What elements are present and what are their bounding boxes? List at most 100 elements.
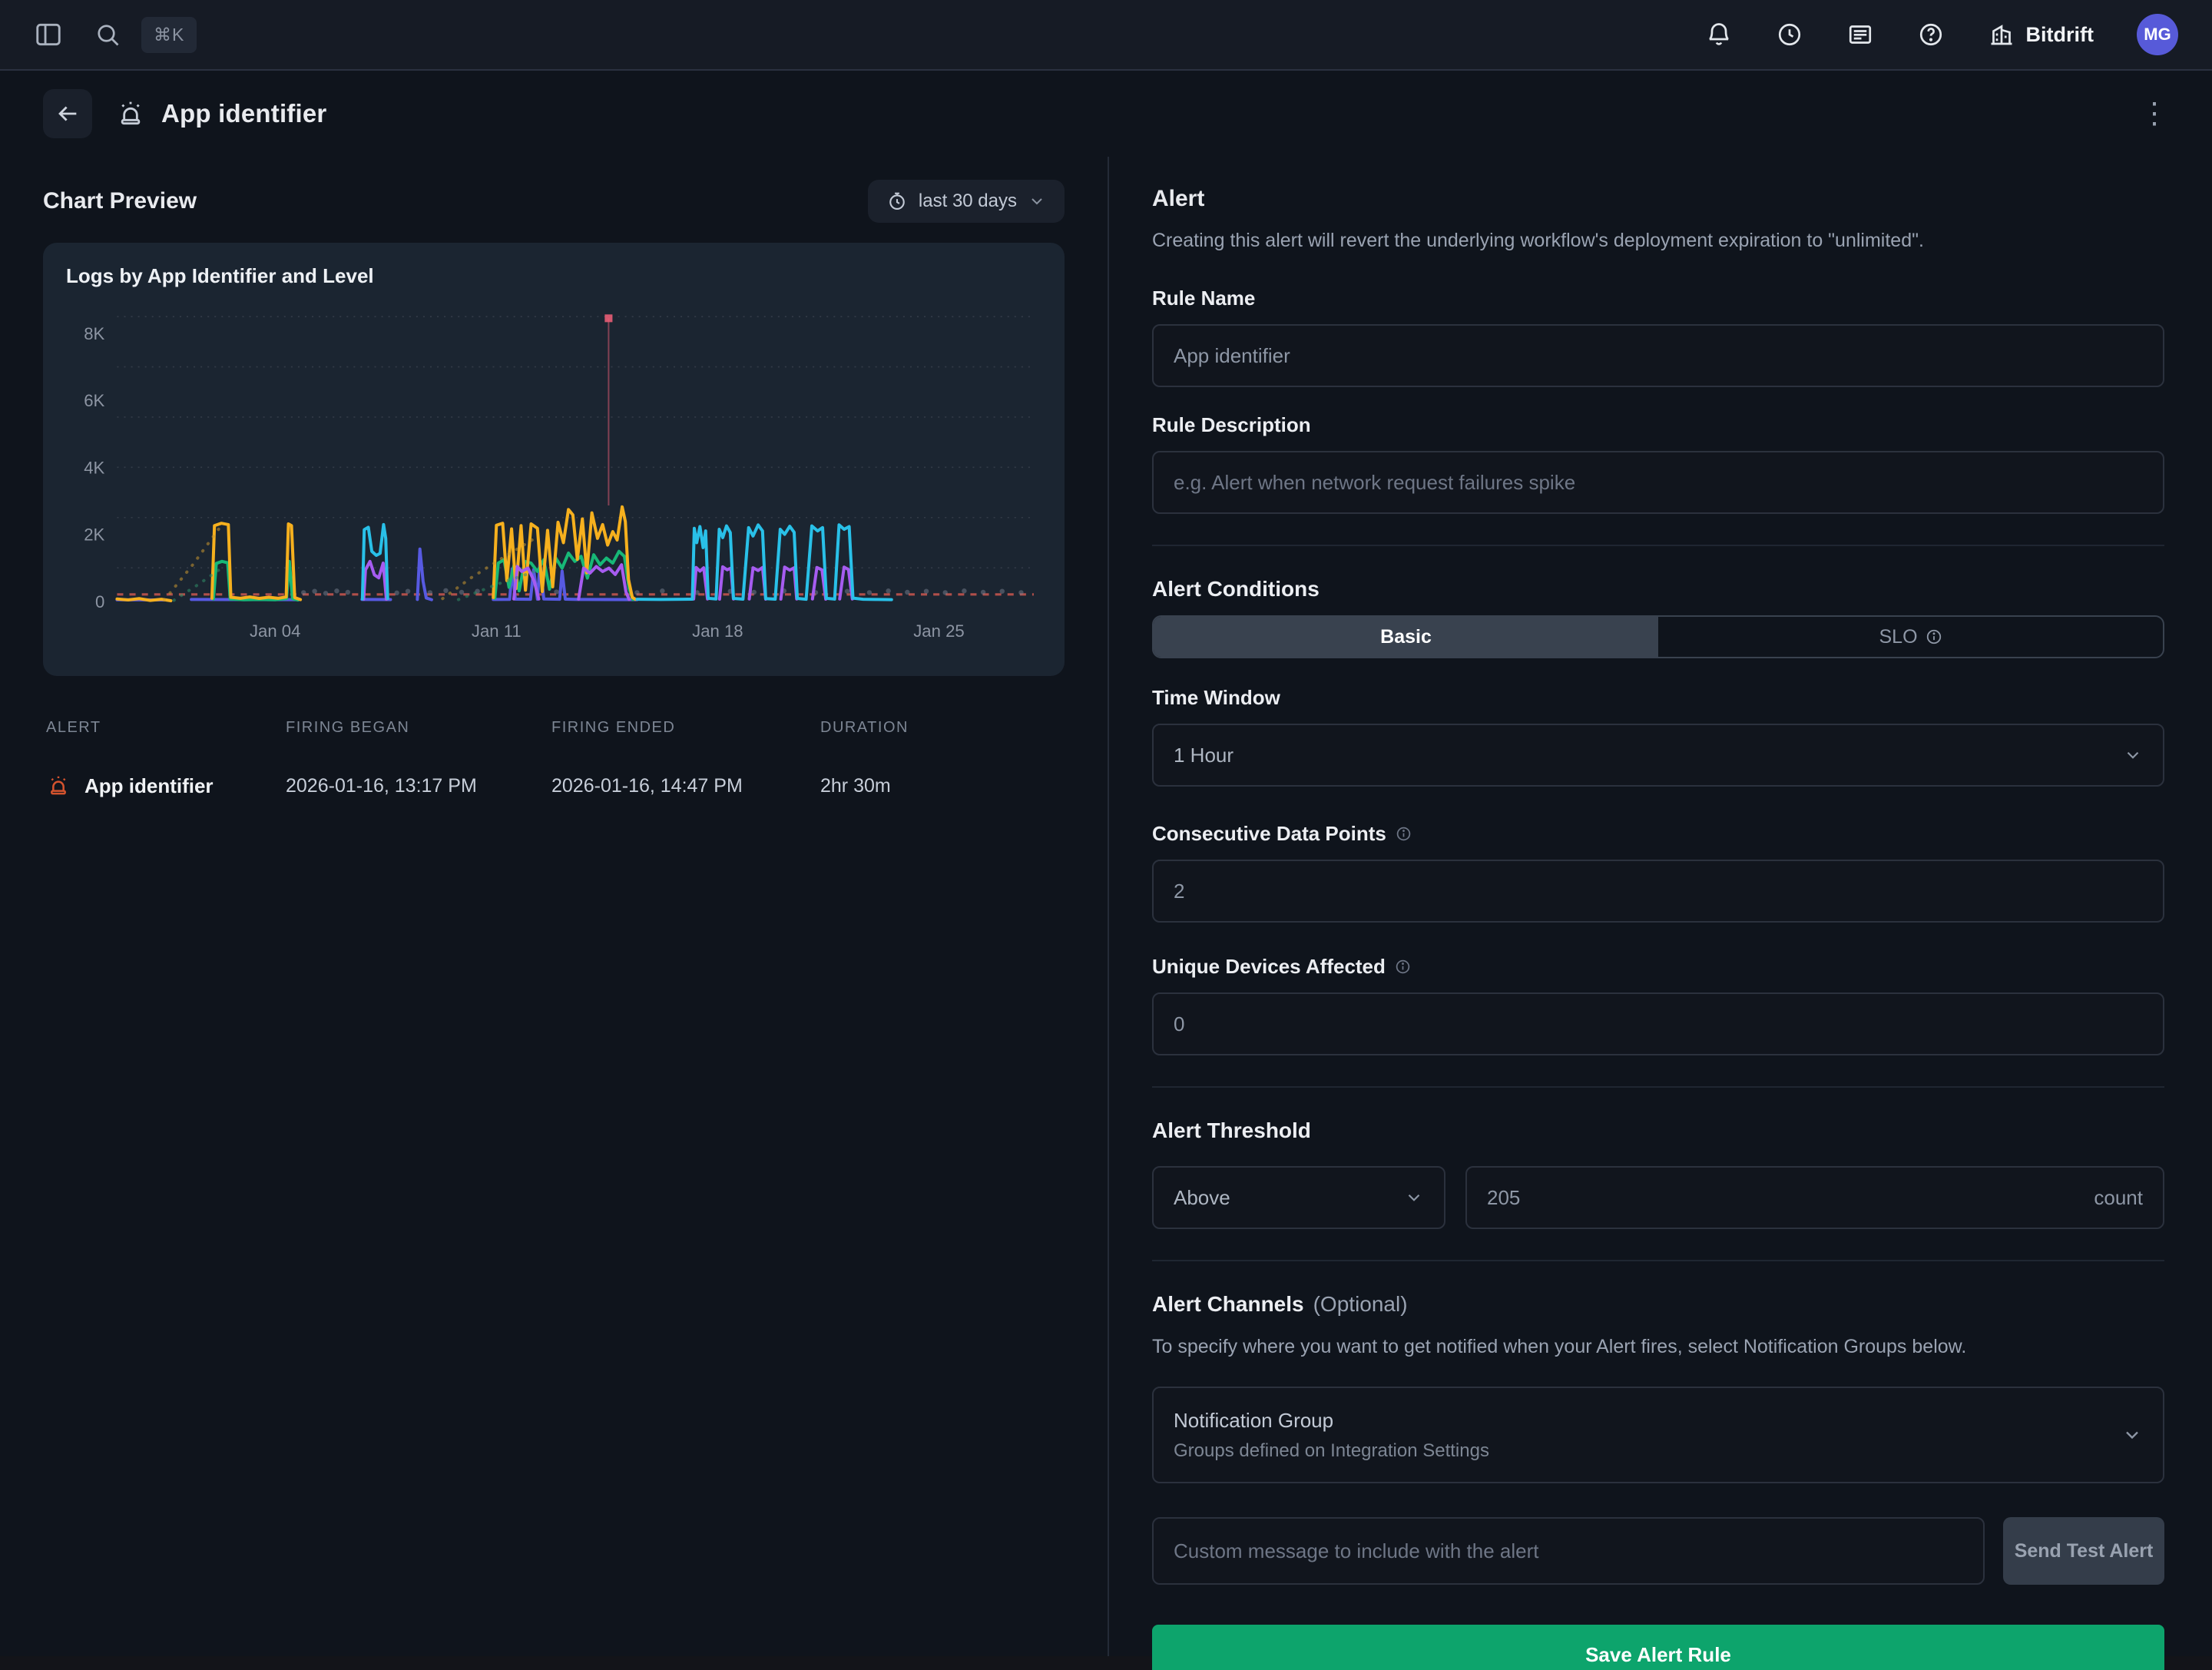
section-divider [1152,1086,2164,1088]
col-header-firing-ended: FIRING ENDED [551,719,820,737]
alert-channels-label: Alert Channels (Optional) [1152,1292,2164,1317]
time-window-value: 1 Hour [1174,744,1233,767]
info-icon [1926,628,1942,645]
notification-group-subtitle: Groups defined on Integration Settings [1174,1440,1489,1462]
col-header-firing-began: FIRING BEGAN [286,719,551,737]
table-row[interactable]: App identifier 2026-01-16, 13:17 PM 2026… [43,774,1065,798]
section-divider [1152,1260,2164,1261]
page-title: App identifier [161,99,326,128]
sidebar-panel-icon [34,20,63,49]
table-header-row: ALERT FIRING BEGAN FIRING ENDED DURATION [43,719,1065,737]
search-button[interactable] [94,21,121,48]
alert-firings-table: ALERT FIRING BEGAN FIRING ENDED DURATION… [43,719,1065,798]
news-card-icon [1846,21,1874,48]
svg-text:Jan 25: Jan 25 [913,621,964,641]
alert-threshold-label: Alert Threshold [1152,1118,2164,1143]
alert-conditions-label: Alert Conditions [1152,577,2164,601]
threshold-value-input[interactable] [1487,1186,2094,1210]
logs-line-chart[interactable]: 8K6K4K2K0Jan 04Jan 11Jan 18Jan 25 [66,293,1041,646]
conditions-segmented-control: Basic SLO [1152,615,2164,658]
duration-value: 2hr 30m [820,775,1061,797]
changelog-button[interactable] [1846,21,1874,48]
time-range-dropdown[interactable]: last 30 days [868,180,1065,223]
svg-text:Jan 04: Jan 04 [250,621,300,641]
consecutive-points-label: Consecutive Data Points [1152,822,2164,846]
topbar: ⌘K Bitdrift MG [0,0,2212,71]
time-range-label: last 30 days [919,191,1017,212]
tab-slo[interactable]: SLO [1658,617,2163,657]
unique-devices-input[interactable] [1152,992,2164,1055]
alert-name: App identifier [84,774,214,798]
threshold-unit-label: count [2094,1186,2143,1210]
bell-icon [1705,21,1733,48]
info-icon [1396,826,1412,842]
rule-name-input[interactable] [1152,324,2164,387]
time-window-label: Time Window [1152,686,2164,710]
info-icon [1395,959,1411,975]
search-icon [94,21,121,48]
brand-name: Bitdrift [2026,23,2094,47]
unique-devices-label: Unique Devices Affected [1152,955,2164,979]
sidebar-toggle-button[interactable] [34,20,63,49]
optional-tag: (Optional) [1313,1292,1408,1317]
firing-ended-value: 2026-01-16, 14:47 PM [551,775,820,797]
search-shortcut-badge: ⌘K [141,17,197,53]
svg-text:4K: 4K [84,458,104,477]
firing-began-value: 2026-01-16, 13:17 PM [286,775,551,797]
alert-siren-icon [115,98,146,129]
send-test-alert-button[interactable]: Send Test Alert [2003,1517,2164,1585]
clock-icon [1776,21,1803,48]
channels-description: To specify where you want to get notifie… [1152,1334,2164,1360]
chart-card: Logs by App Identifier and Level 8K6K4K2… [43,243,1065,676]
recent-activity-button[interactable] [1776,21,1803,48]
threshold-operator-select[interactable]: Above [1152,1166,1445,1229]
notifications-button[interactable] [1705,21,1733,48]
more-options-button[interactable]: ⋮ [2140,99,2169,128]
form-description: Creating this alert will revert the unde… [1152,227,2164,254]
form-heading: Alert [1152,186,2164,212]
notification-group-select[interactable]: Notification Group Groups defined on Int… [1152,1387,2164,1483]
col-header-duration: DURATION [820,719,1061,737]
svg-text:2K: 2K [84,525,104,545]
timer-icon [886,191,908,212]
chevron-down-icon [2121,1424,2143,1446]
unique-devices-text: Unique Devices Affected [1152,955,1386,979]
arrow-left-icon [55,101,81,127]
consecutive-points-input[interactable] [1152,860,2164,923]
rule-name-label: Rule Name [1152,287,2164,310]
col-header-alert: ALERT [46,719,286,737]
threshold-operator-value: Above [1174,1186,1230,1210]
svg-text:Jan 11: Jan 11 [472,621,522,641]
save-alert-rule-button[interactable]: Save Alert Rule [1152,1625,2164,1670]
chart-preview-title: Chart Preview [43,188,197,214]
consecutive-points-text: Consecutive Data Points [1152,822,1386,846]
help-circle-icon [1917,21,1945,48]
chevron-down-icon [1028,192,1046,210]
back-button[interactable] [43,89,92,138]
building-icon [1988,21,2015,48]
alert-channels-text: Alert Channels [1152,1292,1304,1317]
section-divider [1152,545,2164,546]
chevron-down-icon [1404,1188,1424,1208]
alert-siren-icon [46,774,71,798]
tab-basic[interactable]: Basic [1154,617,1658,657]
threshold-value-field: count [1465,1166,2164,1229]
tab-basic-label: Basic [1380,626,1432,648]
chevron-down-icon [2123,745,2143,765]
workspace-switcher[interactable]: Bitdrift [1988,21,2094,48]
tab-slo-label: SLO [1879,626,1917,648]
chart-title: Logs by App Identifier and Level [66,264,1041,288]
page-header: App identifier ⋮ [0,71,2212,157]
time-window-select[interactable]: 1 Hour [1152,724,2164,787]
alert-form-pane: Alert Creating this alert will revert th… [1109,157,2212,1656]
custom-message-input[interactable] [1152,1517,1985,1585]
svg-text:0: 0 [95,592,104,611]
chart-preview-pane: Chart Preview last 30 days Logs by App I… [0,157,1109,1656]
help-button[interactable] [1917,21,1945,48]
svg-text:Jan 18: Jan 18 [692,621,743,641]
user-avatar[interactable]: MG [2137,14,2178,55]
rule-description-input[interactable] [1152,451,2164,514]
svg-text:6K: 6K [84,391,104,410]
rule-description-label: Rule Description [1152,413,2164,437]
notification-group-title: Notification Group [1174,1409,1489,1433]
